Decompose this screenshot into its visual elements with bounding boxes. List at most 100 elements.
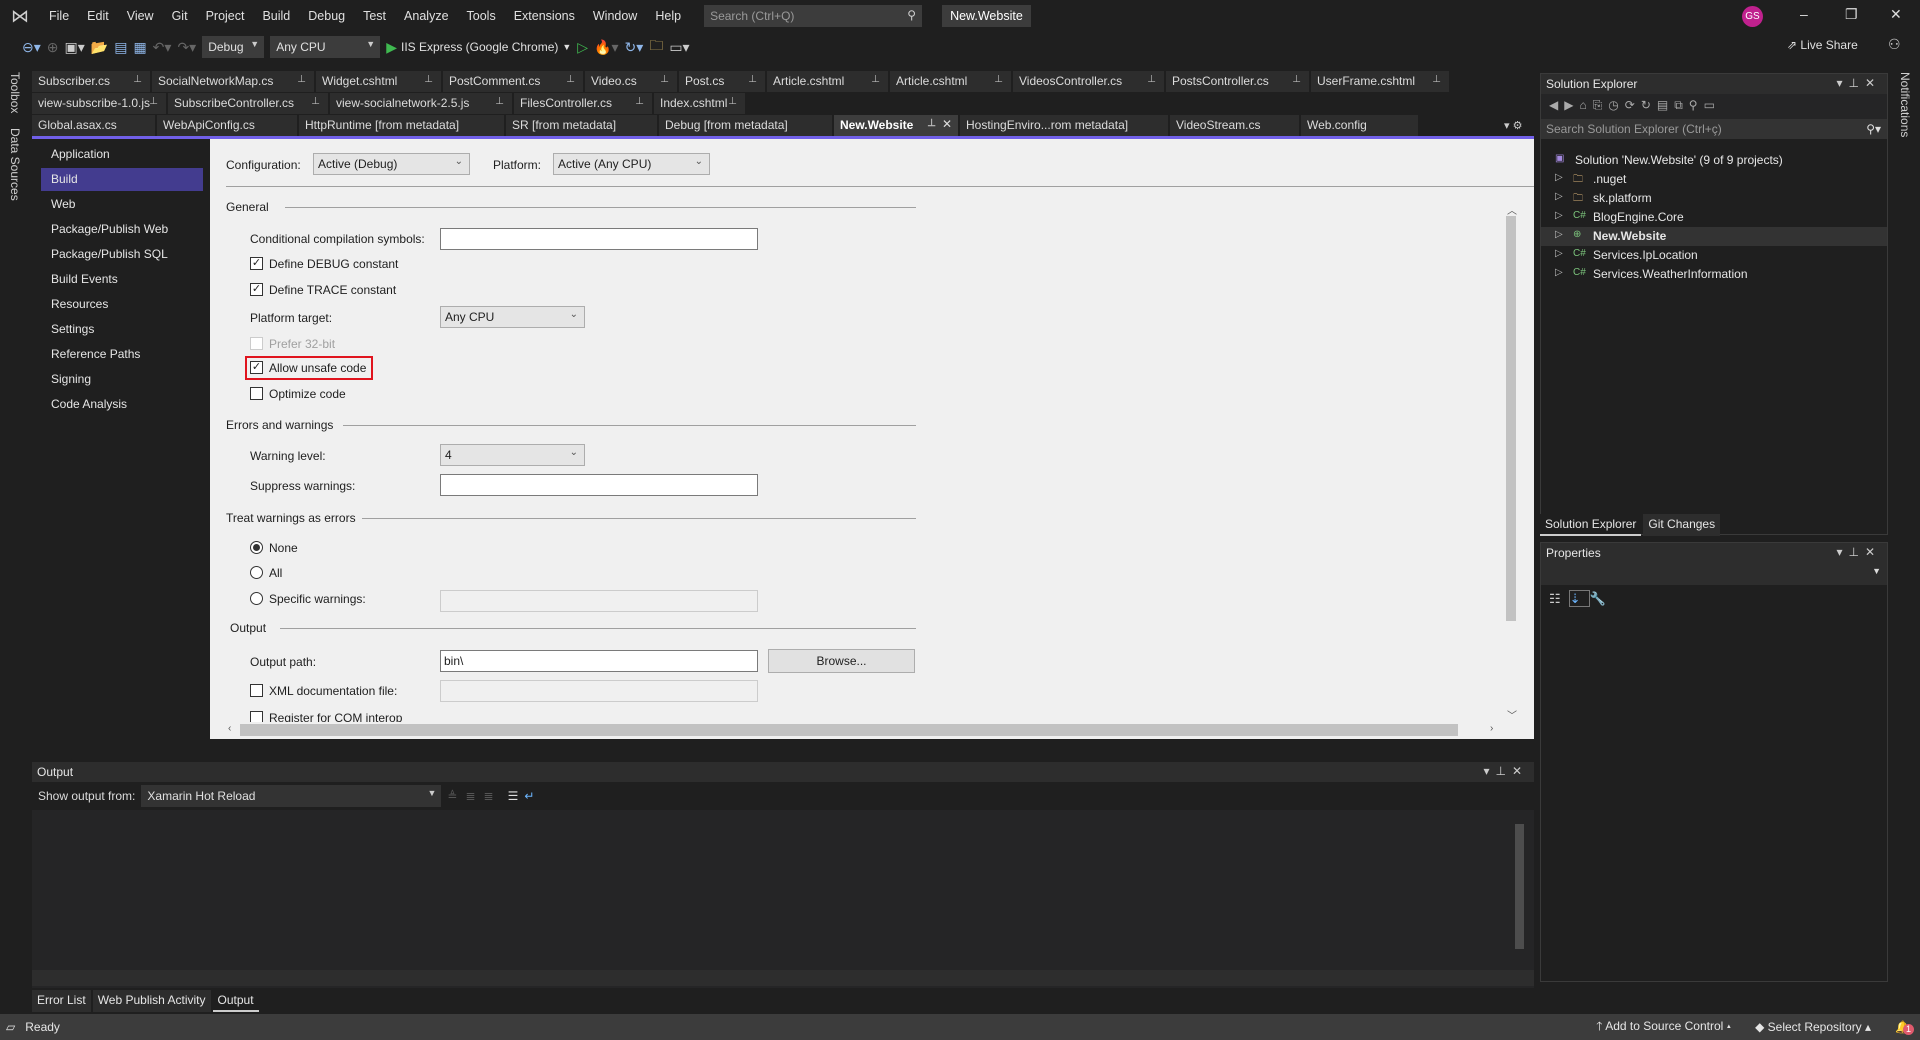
platform-target-select[interactable]: Any CPU ⌄ xyxy=(440,306,585,328)
menu-window[interactable]: Window xyxy=(584,9,646,23)
pin-icon[interactable]: ⊥ xyxy=(748,74,757,85)
tree-item[interactable]: ▷ 🗀 .nuget xyxy=(1541,170,1887,189)
panel-controls-icon[interactable]: ▾⊥✕ xyxy=(1483,764,1528,778)
hot-reload-icon[interactable]: 🔥▾ xyxy=(594,39,618,56)
feedback-icon[interactable]: ⚇ xyxy=(1888,36,1901,53)
pin-icon[interactable]: ⊥ xyxy=(311,96,320,107)
select-repository-button[interactable]: ◆ Select Repository ▴ xyxy=(1755,1020,1871,1034)
notifications-bell-icon[interactable]: 🔔1 xyxy=(1895,1020,1915,1035)
configuration-select[interactable]: Active (Debug) ⌄ xyxy=(313,153,470,175)
nav-item-package-publish-sql[interactable]: Package/Publish SQL xyxy=(41,243,203,266)
expand-icon[interactable]: ▷ xyxy=(1555,191,1563,202)
nav-item-signing[interactable]: Signing xyxy=(41,368,203,391)
scroll-up-icon[interactable]: ︿ xyxy=(1507,202,1517,217)
tab-widget-cshtml[interactable]: Widget.cshtml ⊥ xyxy=(316,71,441,92)
new-project-icon[interactable]: ▣▾ xyxy=(65,39,85,56)
nav-item-web[interactable]: Web xyxy=(41,193,203,216)
output-path-input[interactable]: bin\ xyxy=(440,650,758,672)
scroll-thumb[interactable] xyxy=(1506,216,1516,621)
pin-icon[interactable]: ⊥ xyxy=(566,74,575,85)
menu-debug[interactable]: Debug xyxy=(299,9,354,23)
minimize-icon[interactable]: – xyxy=(1800,6,1808,22)
vertical-scrollbar[interactable]: ︿ ﹀ xyxy=(1504,202,1518,722)
run-button[interactable]: ▶ IIS Express (Google Chrome) ▼ xyxy=(386,39,571,56)
platform-dropdown[interactable]: Any CPU ▼ xyxy=(270,36,381,58)
expand-icon[interactable]: ▷ xyxy=(1555,267,1563,278)
radio-specific[interactable] xyxy=(250,592,263,605)
tree-item[interactable]: ▷ C# Services.WeatherInformation xyxy=(1541,265,1887,284)
tab-userframe-cshtml[interactable]: UserFrame.cshtml ⊥ xyxy=(1311,71,1449,92)
toolbox-tab[interactable]: Toolbox xyxy=(8,72,22,113)
expand-icon[interactable]: ▷ xyxy=(1555,210,1563,221)
platform-select[interactable]: Active (Any CPU) ⌄ xyxy=(553,153,710,175)
tab-index-cshtml[interactable]: Index.cshtml ⊥ xyxy=(654,93,745,114)
menu-extensions[interactable]: Extensions xyxy=(505,9,584,23)
save-all-icon[interactable]: ▦ xyxy=(133,39,146,56)
data-sources-tab[interactable]: Data Sources xyxy=(8,128,22,201)
nav-item-code-analysis[interactable]: Code Analysis xyxy=(41,393,203,416)
tab-error-list[interactable]: Error List xyxy=(32,990,91,1012)
pin-icon[interactable]: ⊥ xyxy=(495,96,504,107)
tree-item[interactable]: ▷ C# BlogEngine.Core xyxy=(1541,208,1887,227)
forward-icon[interactable]: ⊕ xyxy=(47,39,59,56)
tab-sr-from-metadata-[interactable]: SR [from metadata] xyxy=(506,115,657,136)
solution-root[interactable]: ▣ Solution 'New.Website' (9 of 9 projects… xyxy=(1541,151,1887,170)
pin-icon[interactable]: ⊥ xyxy=(297,74,306,85)
pin-icon[interactable]: ⊥ xyxy=(635,96,644,107)
tab-videoscontroller-cs[interactable]: VideosController.cs ⊥ xyxy=(1013,71,1164,92)
tab-git-changes[interactable]: Git Changes xyxy=(1643,514,1721,536)
layout-icon[interactable]: ▭▾ xyxy=(669,39,689,56)
horizontal-scrollbar[interactable]: ‹ › xyxy=(210,722,1493,738)
undo-icon[interactable]: ↶▾ xyxy=(153,39,172,56)
nav-item-settings[interactable]: Settings xyxy=(41,318,203,341)
output-source-dropdown[interactable]: Xamarin Hot Reload ▼ xyxy=(141,785,442,807)
allow-unsafe-code-checkbox[interactable]: ✓ xyxy=(250,361,263,374)
tab-video-cs[interactable]: Video.cs ⊥ xyxy=(585,71,677,92)
start-without-debugging-icon[interactable]: ▷ xyxy=(577,39,588,56)
find-in-files-icon[interactable]: 🗀 xyxy=(649,35,663,59)
nav-item-build-events[interactable]: Build Events xyxy=(41,268,203,291)
properties-object-dropdown[interactable]: ▼ xyxy=(1541,563,1887,585)
tab-overflow-icon[interactable]: ▾ ⚙ xyxy=(1504,119,1522,132)
back-icon[interactable]: ⊖▾ xyxy=(22,39,41,56)
nav-item-resources[interactable]: Resources xyxy=(41,293,203,316)
pin-icon[interactable]: ⊥ xyxy=(871,74,880,85)
menu-test[interactable]: Test xyxy=(354,9,395,23)
pin-icon[interactable]: ⊥ xyxy=(1147,74,1156,85)
solution-search-input[interactable]: Search Solution Explorer (Ctrl+ç) ⚲▾ xyxy=(1541,119,1887,139)
tab-socialnetworkmap-cs[interactable]: SocialNetworkMap.cs ⊥ xyxy=(152,71,314,92)
pin-icon[interactable]: ⊥ xyxy=(133,74,142,85)
menu-help[interactable]: Help xyxy=(646,9,690,23)
pin-icon[interactable]: ⊥ xyxy=(1292,74,1301,85)
tab-subscribecontroller-cs[interactable]: SubscribeController.cs ⊥ xyxy=(168,93,328,114)
tab-debug-from-metadata-[interactable]: Debug [from metadata] xyxy=(659,115,832,136)
menu-file[interactable]: File xyxy=(40,9,78,23)
tab-httpruntime-from-metadata-[interactable]: HttpRuntime [from metadata] xyxy=(299,115,504,136)
menu-tools[interactable]: Tools xyxy=(458,9,505,23)
close-icon[interactable]: ✕ xyxy=(942,117,952,131)
solution-explorer-toolbar[interactable]: ◀▶⌂⎘◷⟳↻▤⧉⚲▭ xyxy=(1541,94,1887,119)
tab-article-cshtml[interactable]: Article.cshtml ⊥ xyxy=(890,71,1011,92)
configuration-dropdown[interactable]: Debug ▼ xyxy=(202,36,265,58)
xml-doc-checkbox[interactable] xyxy=(250,684,263,697)
expand-icon[interactable]: ▷ xyxy=(1555,172,1563,183)
menu-git[interactable]: Git xyxy=(163,9,197,23)
tab-filescontroller-cs[interactable]: FilesController.cs ⊥ xyxy=(514,93,652,114)
pin-icon[interactable]: ⊥ xyxy=(660,74,669,85)
save-icon[interactable]: ▤ xyxy=(114,39,127,56)
avatar[interactable]: GS xyxy=(1742,6,1763,27)
menu-project[interactable]: Project xyxy=(197,9,254,23)
expand-icon[interactable]: ▷ xyxy=(1555,248,1563,259)
tab-output[interactable]: Output xyxy=(212,990,259,1012)
suppress-warnings-input[interactable] xyxy=(440,474,758,496)
expand-icon[interactable]: ▷ xyxy=(1555,229,1563,240)
tab-article-cshtml[interactable]: Article.cshtml ⊥ xyxy=(767,71,888,92)
scroll-right-icon[interactable]: › xyxy=(1490,723,1493,734)
symbols-input[interactable] xyxy=(440,228,758,250)
pin-icon[interactable]: ⊥ xyxy=(149,96,158,107)
output-horizontal-scrollbar[interactable] xyxy=(32,970,1534,986)
tree-item[interactable]: ▷ C# Services.IpLocation xyxy=(1541,246,1887,265)
search-box[interactable]: Search (Ctrl+Q) ⚲ xyxy=(704,5,923,27)
menu-build[interactable]: Build xyxy=(253,9,299,23)
scroll-thumb[interactable] xyxy=(240,724,1458,736)
